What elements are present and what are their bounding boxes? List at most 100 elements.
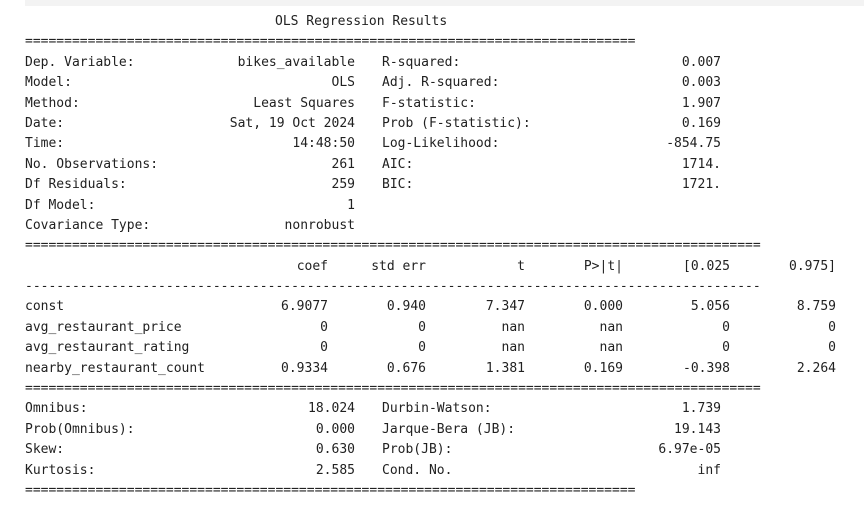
left-label: Date: bbox=[25, 115, 65, 131]
right-label: Prob (F-statistic): bbox=[382, 115, 531, 131]
coef-cell: 0 bbox=[320, 340, 328, 356]
variable-name: nearby_restaurant_count bbox=[25, 360, 206, 376]
right-value: 1.739 bbox=[681, 401, 721, 417]
right-value: 0.169 bbox=[681, 115, 721, 131]
right-label: Jarque-Bera (JB): bbox=[382, 421, 516, 437]
coef-cell: 0.9334 bbox=[281, 360, 328, 376]
right-value: inf bbox=[697, 462, 721, 478]
left-label: Method: bbox=[25, 95, 80, 111]
coef-cell: 0.676 bbox=[386, 360, 426, 376]
coef-cell: 0 bbox=[418, 319, 426, 335]
cell-top-strip bbox=[25, 0, 864, 6]
coef-column-header: coef bbox=[296, 258, 328, 274]
right-label: BIC: bbox=[382, 177, 414, 193]
left-value: nonrobust bbox=[284, 217, 355, 233]
results-title: OLS Regression Results bbox=[275, 14, 448, 29]
coef-cell: 0 bbox=[418, 340, 426, 356]
rule-text: ----------------------------------------… bbox=[25, 279, 761, 295]
left-value: Sat, 19 Oct 2024 bbox=[229, 115, 355, 131]
rule-bottom: ========================================… bbox=[25, 481, 855, 501]
rule-text: ========================================… bbox=[25, 34, 636, 50]
summary-row: Time: 14:48:50 Log-Likelihood: -854.75 bbox=[25, 134, 855, 154]
summary-row: Model: OLS Adj. R-squared: 0.003 bbox=[25, 73, 855, 93]
coef-cell: 0.169 bbox=[583, 360, 623, 376]
coef-cell: nan bbox=[501, 319, 525, 335]
summary-table: Dep. Variable: bikes_available R-squared: 0… bbox=[25, 53, 855, 237]
diagnostics-row: Prob(Omnibus): 0.000 Jarque-Bera (JB): 19.1… bbox=[25, 420, 855, 440]
coef-cell: 0 bbox=[722, 340, 730, 356]
right-value: -854.75 bbox=[666, 136, 721, 152]
left-value: 0.630 bbox=[315, 442, 355, 458]
left-label: Dep. Variable: bbox=[25, 54, 135, 70]
left-value: 261 bbox=[331, 156, 355, 172]
summary-row: Df Model: 1 bbox=[25, 196, 855, 216]
coef-cell: 0.000 bbox=[583, 299, 623, 315]
rule-coef-header: ----------------------------------------… bbox=[25, 277, 855, 297]
left-label: Df Residuals: bbox=[25, 177, 127, 193]
coef-row: const 6.9077 0.940 7.347 0.000 5.056 8.759 bbox=[25, 297, 855, 317]
diagnostics-row: Skew: 0.630 Prob(JB): 6.97e-05 bbox=[25, 440, 855, 460]
coef-column-header: P>|t| bbox=[583, 258, 623, 274]
coef-cell: 2.264 bbox=[796, 360, 836, 376]
variable-name: avg_restaurant_rating bbox=[25, 340, 190, 356]
diagnostics-row: Kurtosis: 2.585 Cond. No. inf bbox=[25, 461, 855, 481]
summary-row: Dep. Variable: bikes_available R-squared: 0… bbox=[25, 53, 855, 73]
right-label: R-squared: bbox=[382, 54, 461, 70]
coef-cell: 1.381 bbox=[485, 360, 525, 376]
summary-row: Df Residuals: 259 BIC: 1721. bbox=[25, 175, 855, 195]
coef-cell: nan bbox=[599, 340, 623, 356]
coef-cell: 8.759 bbox=[796, 299, 836, 315]
coef-cell: 5.056 bbox=[690, 299, 730, 315]
rule-summary-end: ========================================… bbox=[25, 236, 855, 256]
left-label: Kurtosis: bbox=[25, 462, 96, 478]
right-label: Durbin-Watson: bbox=[382, 401, 492, 417]
diagnostics-row: Omnibus: 18.024 Durbin-Watson: 1.739 bbox=[25, 399, 855, 419]
right-value: 1.907 bbox=[681, 95, 721, 111]
right-value: 0.007 bbox=[681, 54, 721, 70]
coef-cell: 0 bbox=[722, 319, 730, 335]
variable-name: const bbox=[25, 299, 65, 315]
right-label: F-statistic: bbox=[382, 95, 476, 111]
coef-cell: 0 bbox=[828, 340, 836, 356]
right-value: 19.143 bbox=[674, 421, 721, 437]
left-value: 1 bbox=[347, 197, 355, 213]
coef-column-header: t bbox=[517, 258, 525, 274]
title-line: OLS Regression Results bbox=[25, 12, 855, 32]
coef-row: avg_restaurant_rating 0 0 nan nan 0 0 bbox=[25, 338, 855, 358]
coef-header-row: coef std err t P>|t| [0.025 0.975] bbox=[25, 257, 855, 277]
left-value: 14:48:50 bbox=[292, 136, 355, 152]
coef-row: nearby_restaurant_count 0.9334 0.676 1.381 0… bbox=[25, 359, 855, 379]
left-label: Omnibus: bbox=[25, 401, 88, 417]
right-value: 1714. bbox=[681, 156, 721, 172]
diagnostics-table: Omnibus: 18.024 Durbin-Watson: 1.739 Prob(Om… bbox=[25, 399, 855, 481]
regression-output: OLS Regression Results =================… bbox=[25, 12, 855, 501]
left-label: Time: bbox=[25, 136, 65, 152]
right-label: Adj. R-squared: bbox=[382, 75, 500, 91]
right-label: Prob(JB): bbox=[382, 442, 453, 458]
left-value: 18.024 bbox=[308, 401, 355, 417]
summary-row: Method: Least Squares F-statistic: 1.907 bbox=[25, 94, 855, 114]
coef-column-header: 0.975] bbox=[789, 258, 836, 274]
right-label: Cond. No. bbox=[382, 462, 453, 478]
left-value: bikes_available bbox=[237, 54, 355, 70]
summary-row: Date: Sat, 19 Oct 2024 Prob (F-statistic):… bbox=[25, 114, 855, 134]
left-label: Covariance Type: bbox=[25, 217, 151, 233]
right-value: 0.003 bbox=[681, 75, 721, 91]
coef-cell: 6.9077 bbox=[281, 299, 328, 315]
summary-row: No. Observations: 261 AIC: 1714. bbox=[25, 155, 855, 175]
right-value: 6.97e-05 bbox=[658, 442, 721, 458]
summary-row: Covariance Type: nonrobust bbox=[25, 216, 855, 236]
left-label: No. Observations: bbox=[25, 156, 159, 172]
coef-column-header: std err bbox=[371, 258, 426, 274]
rule-coef-end: ========================================… bbox=[25, 379, 855, 399]
left-label: Prob(Omnibus): bbox=[25, 421, 135, 437]
right-value: 1721. bbox=[681, 177, 721, 193]
coef-cell: -0.398 bbox=[683, 360, 730, 376]
coef-cell: 0 bbox=[828, 319, 836, 335]
coef-cell: 7.347 bbox=[485, 299, 525, 315]
left-label: Skew: bbox=[25, 442, 65, 458]
left-value: 259 bbox=[331, 177, 355, 193]
variable-name: avg_restaurant_price bbox=[25, 319, 182, 335]
rule-text: ========================================… bbox=[25, 381, 761, 397]
coef-cell: 0.940 bbox=[386, 299, 426, 315]
